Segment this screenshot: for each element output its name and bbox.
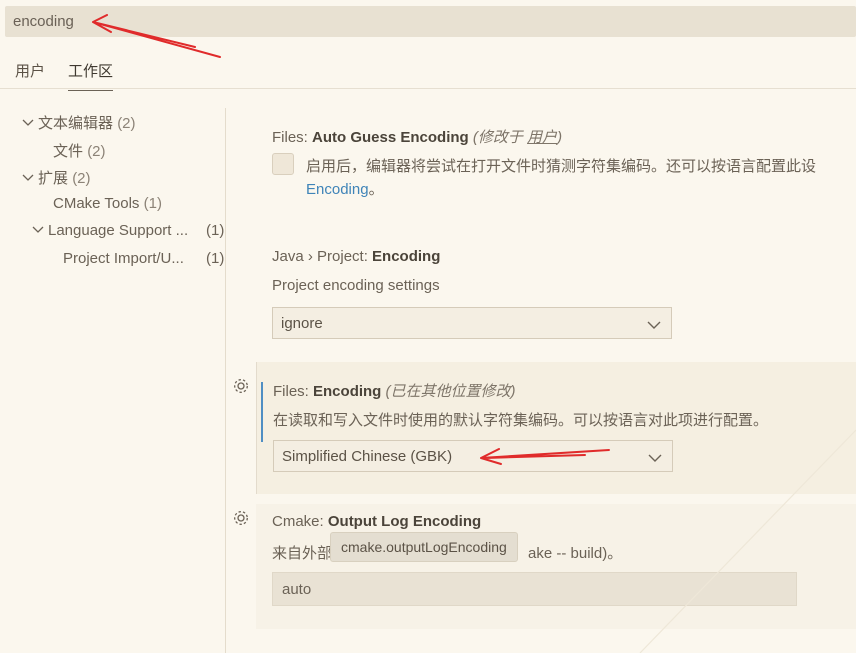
setting-title: Files: Encoding (已在其他位置修改) xyxy=(273,380,516,401)
setting-description: 启用后，编辑器将尝试在打开文件时猜测字符集编码。还可以按语言配置此设 xyxy=(306,158,817,175)
toc-item-language-support[interactable]: Language Support ... xyxy=(32,222,188,244)
setting-category: Files: xyxy=(273,383,314,400)
toc-divider xyxy=(225,108,226,653)
toc-count: (1) xyxy=(143,195,162,212)
setting-name: Output Log Encoding xyxy=(327,513,482,530)
setting-id-tooltip: cmake.outputLogEncoding xyxy=(330,532,518,562)
setting-description: Project encoding settings xyxy=(272,277,440,294)
setting-title: Files: Auto Guess Encoding (修改于 用户) xyxy=(272,126,562,147)
toc-count: (2) xyxy=(72,170,91,187)
tabs-divider xyxy=(0,88,856,89)
setting-description-end: ake -- build)。 xyxy=(528,545,623,562)
gear-icon[interactable] xyxy=(232,377,250,395)
description-punctuation: 。 xyxy=(368,181,384,198)
annotation-arrow-icon xyxy=(480,448,610,465)
toc-label: Project Import/U... xyxy=(63,250,184,267)
setting-java-project-encoding: Java › Project: Encoding Project encodin… xyxy=(256,240,856,350)
setting-category: Java › Project: xyxy=(272,248,373,265)
toc-item-cmake-tools[interactable]: CMake Tools (1) xyxy=(53,195,162,217)
toc-label: CMake Tools xyxy=(53,195,140,212)
modified-scope-link[interactable]: 用户 xyxy=(527,129,557,146)
modified-indicator: (修改于 用户) xyxy=(473,129,562,146)
focus-indicator xyxy=(261,382,263,442)
modified-prefix: (修改于 xyxy=(472,129,528,146)
input-value: auto xyxy=(282,581,312,598)
toc-item-project-import[interactable]: Project Import/U... xyxy=(63,250,184,272)
setting-description: 来自外部 xyxy=(272,545,333,562)
gear-icon[interactable] xyxy=(232,509,250,527)
setting-title: Cmake: Output Log Encoding xyxy=(272,513,481,530)
chevron-down-icon xyxy=(32,224,48,238)
encoding-setting-link[interactable]: Encoding xyxy=(306,181,369,198)
toc-count: (1) xyxy=(206,222,225,239)
toc-count: (2) xyxy=(87,143,106,160)
setting-title: Java › Project: Encoding xyxy=(272,248,440,265)
toc-count: (1) xyxy=(206,250,225,267)
select-value: ignore xyxy=(281,315,323,332)
java-encoding-select[interactable]: ignore xyxy=(272,307,672,339)
background-diagonal-line xyxy=(639,429,856,653)
select-value: Simplified Chinese (GBK) xyxy=(282,448,453,465)
modified-indicator: (已在其他位置修改) xyxy=(385,383,516,400)
toc-label: 扩展 xyxy=(38,170,69,187)
toc-count: (2) xyxy=(117,115,136,132)
toc-label: 文件 xyxy=(53,143,84,160)
auto-guess-checkbox[interactable] xyxy=(272,153,294,175)
annotation-arrow-icon xyxy=(92,14,221,58)
chevron-down-icon xyxy=(22,172,38,186)
setting-description-tail: Encoding。 xyxy=(306,178,384,199)
chevron-down-icon xyxy=(647,317,661,329)
setting-auto-guess-encoding: Files: Auto Guess Encoding (修改于 用户) 启用后，… xyxy=(256,118,856,208)
setting-category: Cmake: xyxy=(272,513,328,530)
modified-suffix: ) xyxy=(557,129,563,146)
setting-name: Encoding xyxy=(313,383,382,400)
toc-label: Language Support ... xyxy=(48,222,189,239)
chevron-down-icon xyxy=(22,117,38,131)
setting-name: Auto Guess Encoding xyxy=(312,129,469,146)
search-input[interactable]: encoding xyxy=(13,13,74,30)
toc-label: 文本编辑器 xyxy=(38,115,114,132)
tab-workspace[interactable]: 工作区 xyxy=(68,60,114,91)
setting-name: Encoding xyxy=(372,248,441,265)
toc-item-files[interactable]: 文件 (2) xyxy=(53,140,106,162)
toc-item-extensions[interactable]: 扩展 (2) xyxy=(22,167,91,189)
toc-item-text-editor[interactable]: 文本编辑器 (2) xyxy=(22,112,136,134)
setting-category: Files: xyxy=(272,129,313,146)
settings-toc: 文本编辑器 (2) 文件 (2) 扩展 (2) CMake Tools (1) … xyxy=(0,108,226,653)
tab-user[interactable]: 用户 xyxy=(15,60,45,90)
